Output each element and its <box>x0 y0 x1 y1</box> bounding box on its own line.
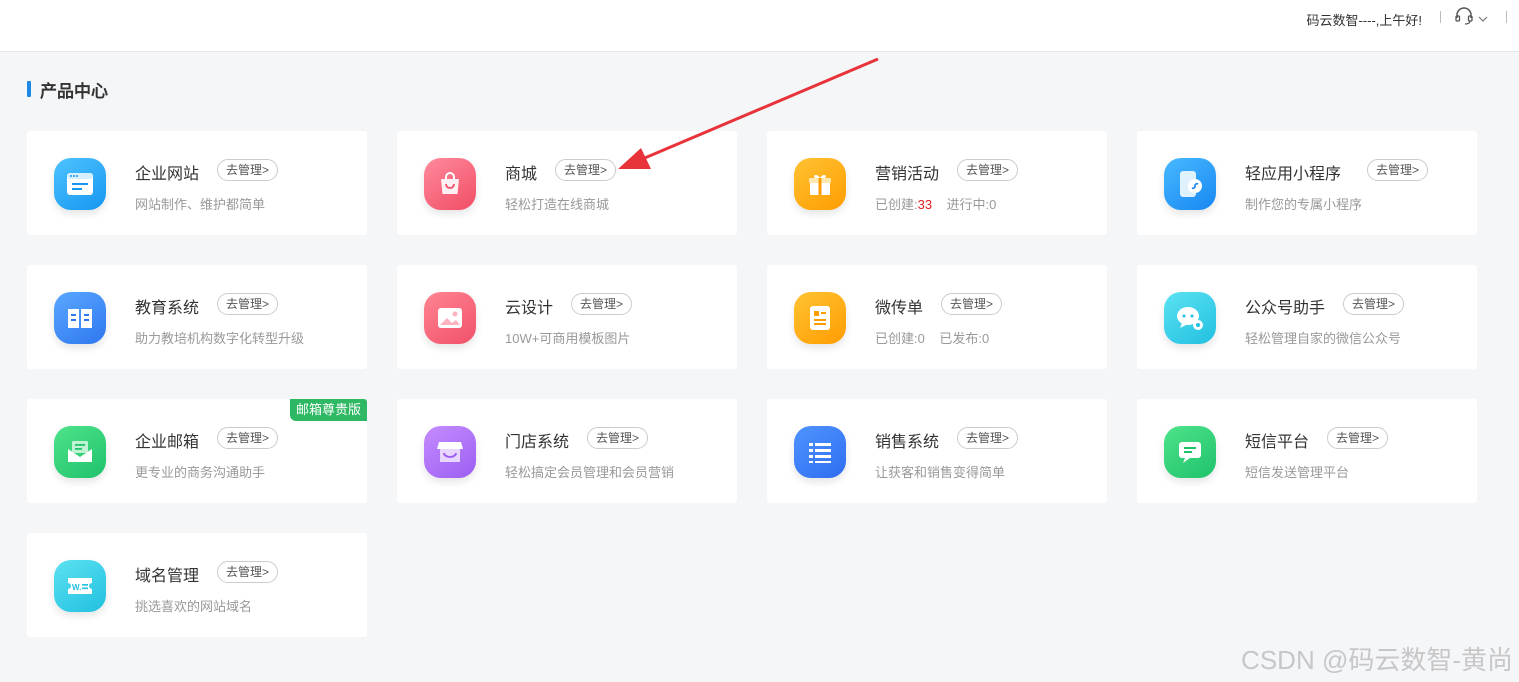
top-bar: 码云数智----,上午好! <box>0 0 1519 52</box>
browser-window-icon <box>54 158 106 210</box>
headset-icon <box>1454 7 1474 30</box>
manage-button[interactable]: 去管理> <box>1367 159 1429 181</box>
product-card-sms: 短信平台 去管理> 短信发送管理平台 <box>1137 399 1477 503</box>
published-label: 已发布: <box>939 331 982 346</box>
manage-button[interactable]: 去管理> <box>587 427 649 449</box>
product-card-cloud-design: 云设计 去管理> 10W+可商用模板图片 <box>397 265 737 369</box>
product-name: 教育系统 <box>135 300 200 317</box>
product-card-official-account: 公众号助手 去管理> 轻松管理自家的微信公众号 <box>1137 265 1477 369</box>
product-card-marketing: 营销活动 去管理> 已创建:33 进行中:0 <box>767 131 1107 235</box>
product-desc: 助力教培机构数字化转型升级 <box>135 331 305 346</box>
product-card-mall: 商城 去管理> 轻松打造在线商城 <box>397 131 737 235</box>
product-desc: 短信发送管理平台 <box>1245 465 1350 480</box>
product-name: 营销活动 <box>875 166 940 183</box>
product-card-domain: W. 域名管理 去管理> 挑选喜欢的网站域名 <box>27 533 367 637</box>
created-count: 0 <box>917 331 925 346</box>
envelope-icon <box>54 426 106 478</box>
support-menu[interactable] <box>1454 7 1488 30</box>
manage-button[interactable]: 去管理> <box>1343 293 1405 315</box>
divider <box>1506 11 1507 23</box>
watermark: CSDN @码云数智-黄尚 <box>1241 645 1513 675</box>
created-label: 已创建: <box>875 197 918 212</box>
product-desc: 网站制作、维护都简单 <box>135 197 266 212</box>
product-desc: 制作您的专属小程序 <box>1245 197 1363 212</box>
manage-button[interactable]: 去管理> <box>941 293 1003 315</box>
product-name: 轻应用小程序 <box>1245 166 1342 183</box>
product-name: 企业邮箱 <box>135 434 200 451</box>
manage-button[interactable]: 去管理> <box>957 427 1019 449</box>
product-grid: 企业网站 去管理> 网站制作、维护都简单 商城 去管理> 轻松打造在线商城 营销… <box>27 131 1477 637</box>
message-bubble-icon <box>1164 426 1216 478</box>
gift-icon <box>794 158 846 210</box>
product-stats: 已创建:33 进行中:0 <box>875 194 996 213</box>
created-count: 33 <box>917 197 933 212</box>
product-name: 企业网站 <box>135 166 200 183</box>
storefront-icon <box>424 426 476 478</box>
product-desc: 轻松搞定会员管理和会员营销 <box>505 465 675 480</box>
product-name: 商城 <box>505 166 538 183</box>
running-count: 0 <box>989 197 997 212</box>
chevron-down-icon <box>1478 10 1488 28</box>
product-name: 短信平台 <box>1245 434 1310 451</box>
product-card-mini-program: 轻应用小程序 去管理> 制作您的专属小程序 <box>1137 131 1477 235</box>
product-card-store: 门店系统 去管理> 轻松搞定会员管理和会员营销 <box>397 399 737 503</box>
product-desc: 轻松管理自家的微信公众号 <box>1245 331 1402 346</box>
premium-badge: 邮箱尊贵版 <box>289 399 367 421</box>
manage-button[interactable]: 去管理> <box>555 159 617 181</box>
product-card-education: 教育系统 去管理> 助力教培机构数字化转型升级 <box>27 265 367 369</box>
manage-button[interactable]: 去管理> <box>217 293 279 315</box>
mini-program-phone-icon <box>1164 158 1216 210</box>
product-card-enterprise-mail: 邮箱尊贵版 企业邮箱 去管理> 更专业的商务沟通助手 <box>27 399 367 503</box>
section-title: 产品中心 <box>40 81 108 101</box>
manage-button[interactable]: 去管理> <box>217 159 279 181</box>
domain-www-icon: W. <box>54 560 106 612</box>
product-name: 域名管理 <box>135 568 200 585</box>
created-label: 已创建: <box>875 331 918 346</box>
manage-button[interactable]: 去管理> <box>217 427 279 449</box>
product-name: 云设计 <box>505 300 554 317</box>
shopping-bag-icon <box>424 158 476 210</box>
product-desc: 挑选喜欢的网站域名 <box>135 599 253 614</box>
svg-text:W.: W. <box>72 583 81 592</box>
product-desc: 轻松打造在线商城 <box>505 197 610 212</box>
image-picture-icon <box>424 292 476 344</box>
manage-button[interactable]: 去管理> <box>571 293 633 315</box>
flyer-document-icon <box>794 292 846 344</box>
product-desc: 让获客和销售变得简单 <box>875 465 1006 480</box>
manage-button[interactable]: 去管理> <box>217 561 279 583</box>
product-card-flyer: 微传单 去管理> 已创建:0 已发布:0 <box>767 265 1107 369</box>
product-card-sales: 销售系统 去管理> 让获客和销售变得简单 <box>767 399 1107 503</box>
product-stats: 已创建:0 已发布:0 <box>875 328 989 347</box>
published-count: 0 <box>981 331 990 346</box>
manage-button[interactable]: 去管理> <box>957 159 1019 181</box>
divider <box>1440 11 1441 23</box>
product-name: 微传单 <box>875 300 924 317</box>
manage-button[interactable]: 去管理> <box>1327 427 1389 449</box>
chat-bubble-gear-icon <box>1164 292 1216 344</box>
section-accent-bar <box>27 81 31 97</box>
open-book-icon <box>54 292 106 344</box>
running-label: 进行中: <box>946 197 990 212</box>
greeting-text: 码云数智----,上午好! <box>1306 13 1422 28</box>
product-name: 公众号助手 <box>1245 300 1326 317</box>
product-desc: 更专业的商务沟通助手 <box>135 465 266 480</box>
product-name: 销售系统 <box>875 434 940 451</box>
section-header: 产品中心 <box>27 79 108 101</box>
product-card-website: 企业网站 去管理> 网站制作、维护都简单 <box>27 131 367 235</box>
product-name: 门店系统 <box>505 434 570 451</box>
product-desc: 10W+可商用模板图片 <box>505 331 631 346</box>
list-icon <box>794 426 846 478</box>
